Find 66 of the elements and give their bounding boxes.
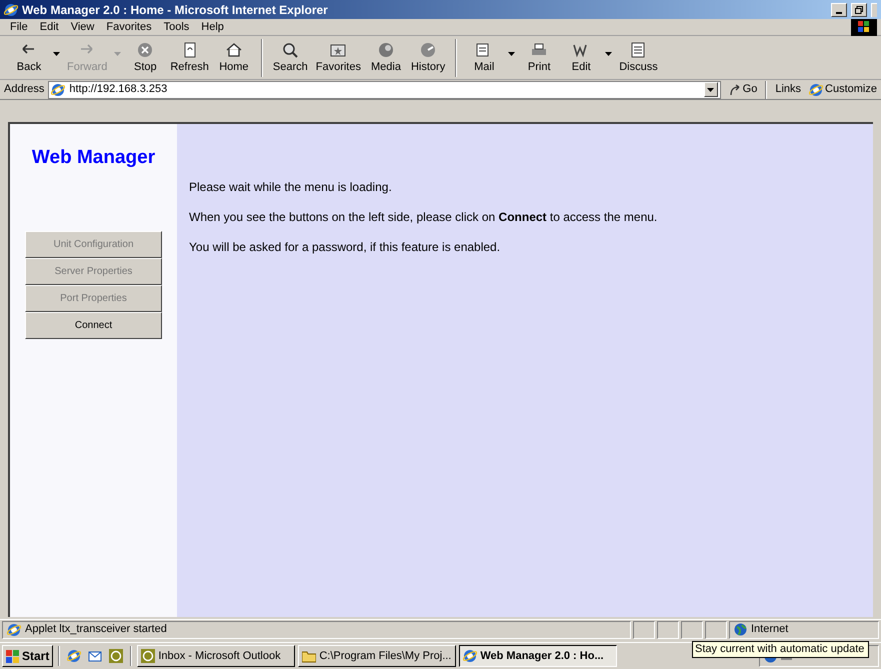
search-icon — [282, 42, 298, 58]
menu-item[interactable]: View — [64, 18, 100, 36]
home-icon — [226, 42, 242, 58]
address-field[interactable]: http://192.168.3.253 — [48, 80, 721, 98]
toolbar-button[interactable]: History — [406, 38, 450, 78]
status-panel — [633, 620, 655, 638]
menu-item[interactable]: File — [4, 18, 34, 36]
browser-icon — [4, 2, 18, 16]
tooltip: Stay current with automatic update — [692, 641, 870, 658]
browser-icon — [463, 649, 478, 663]
toolbar-button[interactable]: Print — [518, 38, 560, 78]
status-panel — [705, 620, 727, 638]
start-button[interactable]: Start — [2, 645, 54, 667]
status-text-panel: Applet ltx_transceiver started — [2, 620, 631, 638]
toolbar-button[interactable]: Mail — [463, 38, 506, 78]
browser-icon — [809, 82, 824, 96]
page-icon — [7, 622, 21, 636]
menu-item[interactable]: Edit — [34, 18, 65, 36]
window-title: Web Manager 2.0 : Home - Microsoft Internet Explorer — [22, 2, 328, 18]
taskbar-button[interactable]: Web Manager 2.0 : Ho... — [459, 645, 618, 667]
restore-icon — [855, 6, 863, 14]
toolbar-button[interactable]: Edit — [560, 38, 602, 78]
toolbar-button[interactable]: Home — [212, 38, 255, 78]
status-panel — [681, 620, 703, 638]
links-label[interactable]: Links — [771, 81, 806, 98]
address-label: Address — [4, 82, 44, 98]
maximize-button[interactable] — [851, 2, 867, 16]
status-panel — [657, 620, 679, 638]
go-button[interactable]: Go — [724, 81, 762, 98]
toolbar-button[interactable]: Media — [364, 38, 407, 78]
dropdown-button[interactable] — [704, 82, 718, 97]
taskbar-button[interactable]: C:\Program Files\My Proj... — [298, 645, 456, 667]
toolbar-button[interactable]: Search — [268, 38, 312, 78]
nav-button[interactable]: Connect — [25, 312, 162, 338]
globe-icon — [378, 42, 394, 58]
paragraph: Please wait while the menu is loading. — [189, 179, 393, 196]
printer-icon — [531, 42, 548, 58]
paragraph: When you see the buttons on the left side, please click on Connect to access the menu. — [189, 209, 658, 226]
document-icon — [630, 42, 646, 58]
globe-icon — [734, 623, 747, 636]
minimize-icon — [836, 12, 842, 14]
toolbar-button[interactable]: Discuss — [615, 38, 662, 78]
caret-icon — [707, 88, 714, 92]
menu-item[interactable]: Favorites — [100, 18, 158, 36]
page-icon — [51, 82, 66, 96]
toolbar-button[interactable]: Refresh — [166, 38, 213, 78]
refresh-icon — [182, 42, 198, 58]
toolbar-button[interactable]: Back — [8, 38, 50, 78]
windows-flag-icon — [6, 650, 20, 662]
customize-link[interactable]: Customize — [809, 81, 877, 98]
zone-panel: Internet — [729, 620, 879, 638]
windows-logo — [851, 18, 877, 36]
menu-item[interactable]: Tools — [158, 18, 196, 36]
toolbar-button[interactable]: Stop — [124, 38, 166, 78]
menu-item[interactable]: Help — [195, 18, 230, 36]
site-logo: Web Manager — [32, 146, 156, 170]
taskbar-button[interactable]: Inbox - Microsoft Outlook — [137, 645, 296, 667]
star-folder-icon — [330, 42, 346, 58]
minimize-button[interactable] — [831, 2, 847, 16]
toolbar-button[interactable]: Favorites — [312, 38, 365, 78]
folder-icon — [302, 649, 316, 663]
go-arrow-icon — [728, 84, 741, 96]
envelope-icon — [88, 649, 102, 663]
stop-icon — [137, 42, 154, 58]
paragraph: You will be asked for a password, if this feature is enabled. — [189, 239, 502, 256]
browser-icon — [67, 649, 82, 663]
